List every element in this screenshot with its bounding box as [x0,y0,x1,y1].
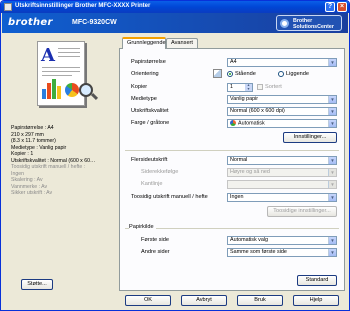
other-pages-select[interactable]: Samme som første side ▼ [227,248,337,257]
paper-size-value: A4 [230,59,237,65]
print-preferences-window: Utskriftsinnstillinger Brother MFC-XXXX … [0,0,350,311]
multipage-label: Flersideutskrift [131,157,168,163]
duplex-settings-button[interactable]: Toosidige innstillinger... [267,206,337,217]
chevron-down-icon: ▼ [328,96,336,103]
chevron-down-icon: ▼ [328,157,336,164]
multipage-select[interactable]: Normal ▼ [227,156,337,165]
first-page-label: Første side [141,237,169,243]
chevron-down-icon: ▼ [328,108,336,115]
window-title: Utskriftsinnstillinger Brother MFC-XXXX … [15,3,151,9]
media-type-label: Medietype [131,96,157,102]
solutions-center-line2: SolutionsCenter [293,24,334,30]
multipage-value: Normal [230,157,248,163]
first-page-value: Automatisk valg [230,237,269,243]
other-pages-value: Samme som første side [230,249,287,255]
chevron-down-icon: ▼ [328,169,336,176]
print-quality-select[interactable]: Normal (600 x 600 dpi) ▼ [227,107,337,116]
duplex-select[interactable]: Ingen ▼ [227,193,337,202]
default-button[interactable]: Standard [297,275,337,286]
preview-letter: A [41,45,55,66]
support-button[interactable]: Støtte... [21,279,53,290]
brother-logo: brother [8,17,53,28]
chevron-down-icon: ▼ [328,237,336,244]
close-button[interactable]: × [337,2,347,12]
copies-value: 1 [230,84,233,90]
ok-button[interactable]: OK [125,295,171,306]
solutions-center-button[interactable]: Brother SolutionsCenter [276,15,342,31]
layout-group-divider [125,150,339,151]
portrait-radio[interactable] [227,71,233,77]
brother-banner: brother MFC-9320CW Brother SolutionsCent… [2,13,348,33]
duplex-value: Ingen [230,194,244,200]
chevron-down-icon: ▼ [328,194,336,201]
summary-secure-print: Sikker utskrift : Av [11,190,53,196]
globe-icon [280,19,289,28]
portrait-icon [213,69,222,78]
page-order-select[interactable]: Høyre og så ned ▼ [227,168,337,177]
landscape-radio[interactable] [278,71,284,77]
color-mode-label: Farge / gråtone [131,120,170,126]
collate-label: Sortert [265,84,282,90]
first-page-select[interactable]: Automatisk valg ▼ [227,236,337,245]
tab-basic[interactable]: Grunnleggende [122,37,166,49]
copies-label: Kopier [131,84,148,90]
color-mode-value: Automatisk [238,120,265,127]
color-wheel-icon [230,120,236,126]
cancel-button[interactable]: Avbryt [181,295,227,306]
collate-checkbox[interactable] [257,84,263,90]
title-bar[interactable]: Utskriftsinnstillinger Brother MFC-XXXX … [1,1,349,13]
spin-arrows-icon[interactable]: ▲ ▼ [245,83,252,91]
paper-source-group-title: Papirkilde [129,224,156,230]
preview-pie-chart-icon [65,83,79,97]
chevron-down-icon: ▼ [328,181,336,188]
print-quality-label: Utskriftskvalitet [131,108,169,114]
help-button[interactable]: Hjelp [293,295,339,306]
border-label: Kantlinje [141,181,163,187]
paper-source-divider [125,228,339,229]
tab-advanced[interactable]: Avansert [166,38,198,48]
help-title-button[interactable]: ? [325,2,335,12]
magnifier-icon[interactable] [79,83,93,97]
page-order-value: Høyre og så ned [230,169,270,175]
paper-size-select[interactable]: A4 ▼ [227,58,337,67]
chevron-down-icon: ▼ [328,249,336,256]
other-pages-label: Andre sider [141,249,170,255]
color-settings-button[interactable]: Innstillinger... [283,132,337,143]
border-select[interactable]: ▼ [227,180,337,189]
portrait-label: Stående [235,71,256,77]
media-type-value: Vanlig papir [230,96,259,102]
apply-button[interactable]: Bruk [237,295,283,306]
chevron-down-icon: ▼ [328,120,336,127]
model-name: MFC-9320CW [72,19,117,26]
page-preview: A [37,41,85,106]
orientation-label: Orientering [131,71,159,77]
duplex-label: Toosidig utskrift manuell / hefte [131,194,208,200]
page-order-label: Siderekkefølge [141,169,179,175]
paper-size-label: Papirstørrelse [131,59,166,65]
settings-summary: Papirstørrelse : A4 210 x 297 mm (8.3 x … [11,125,105,197]
media-type-select[interactable]: Vanlig papir ▼ [227,95,337,104]
landscape-label: Liggende [286,71,310,77]
color-mode-select[interactable]: Automatisk ▼ [227,119,337,128]
chevron-down-icon: ▼ [328,59,336,66]
printer-icon [4,3,12,11]
copies-stepper[interactable]: 1 ▲ ▼ [227,83,253,92]
preview-bar-chart-icon [42,77,61,99]
print-quality-value: Normal (600 x 600 dpi) [230,108,285,114]
